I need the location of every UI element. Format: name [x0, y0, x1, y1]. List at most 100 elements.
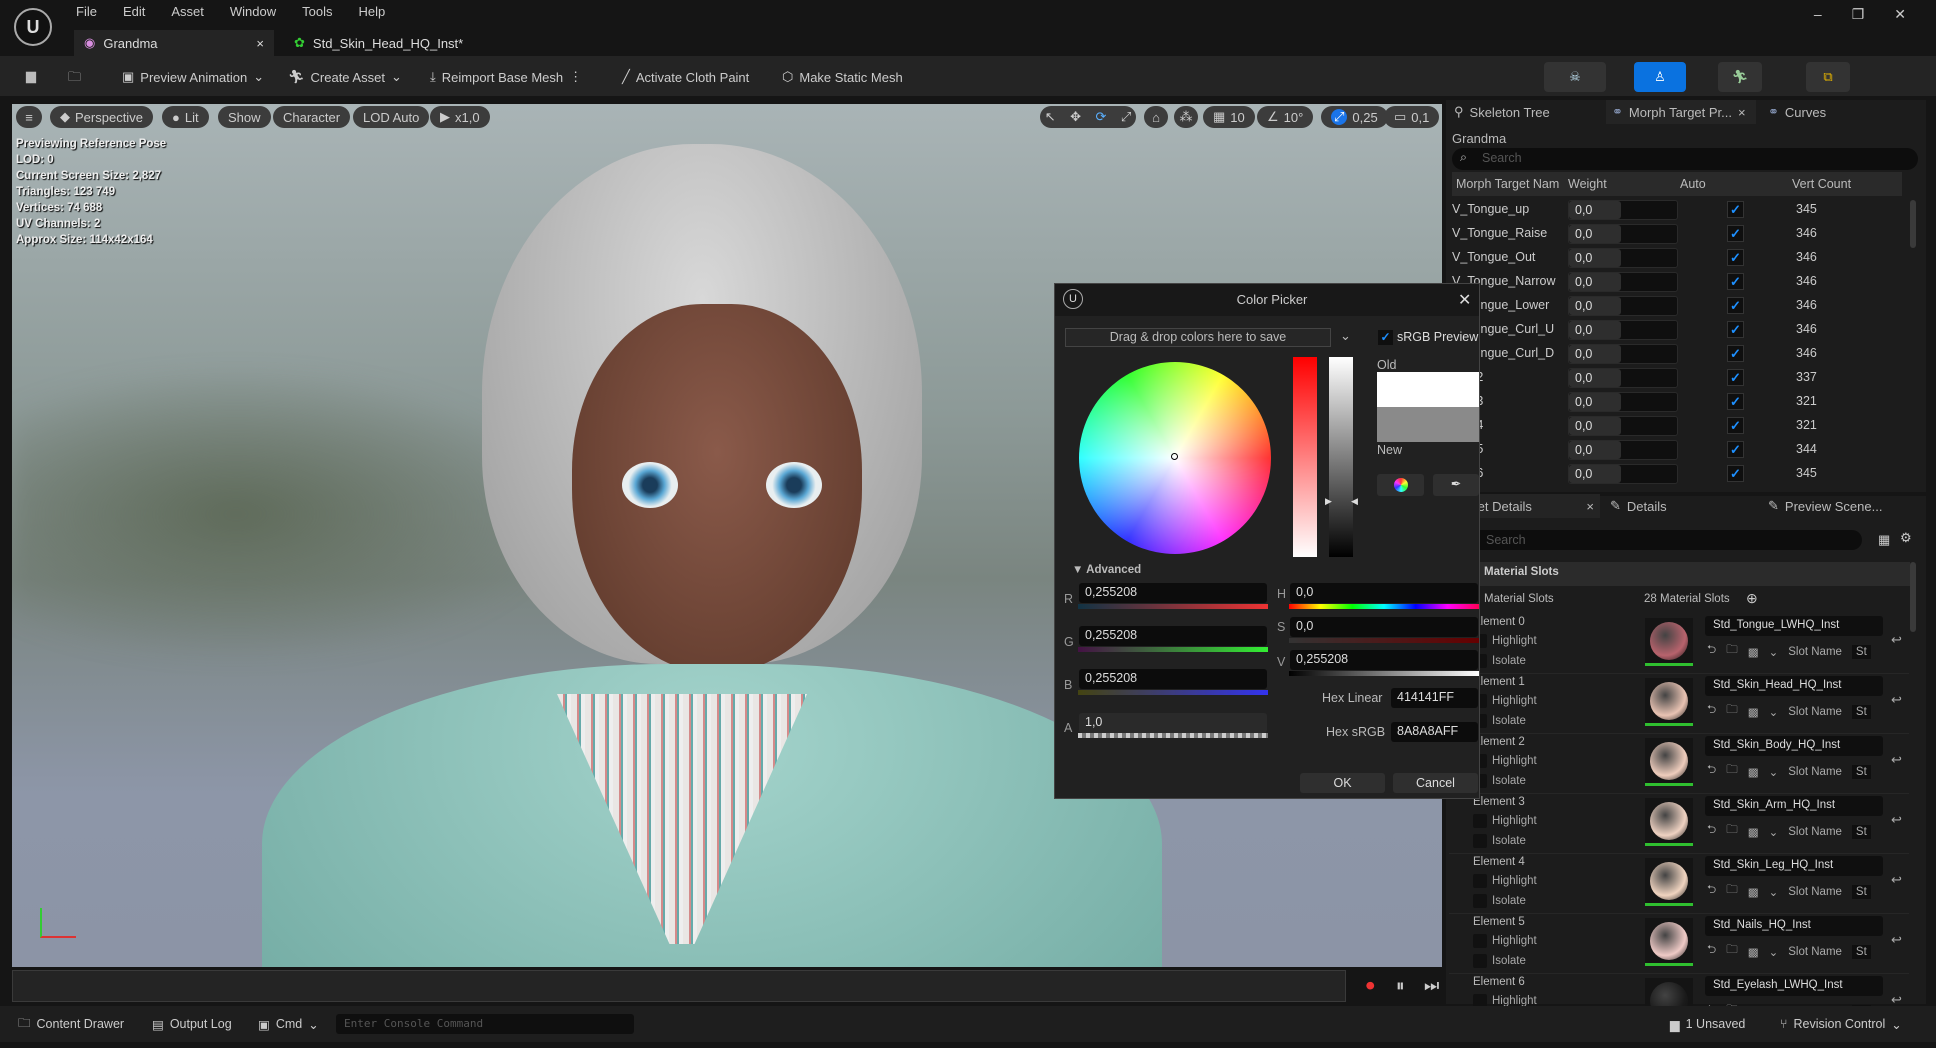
morph-target-row[interactable]: ..._52 0,0 ✓ 337 [1450, 366, 1910, 390]
auto-checkbox[interactable]: ✓ [1727, 465, 1744, 482]
value-slider[interactable] [1329, 357, 1353, 557]
camera-speed-button[interactable]: ▭ 0,1 [1384, 106, 1440, 128]
use-selected-icon[interactable]: ⮌ [1707, 642, 1716, 661]
a-slider[interactable] [1078, 733, 1268, 738]
auto-checkbox[interactable]: ✓ [1727, 441, 1744, 458]
restore-button[interactable]: ❐ [1852, 6, 1865, 23]
isolate-checkbox[interactable]: Isolate [1473, 654, 1526, 668]
s-input[interactable]: 0,0 [1290, 617, 1478, 637]
viewport-menu-button[interactable]: ≡ [16, 106, 42, 128]
use-selected-icon[interactable]: ⮌ [1707, 882, 1716, 901]
slot-name-input[interactable]: St [1851, 704, 1871, 719]
browse-icon[interactable]: 🗀 [68, 68, 81, 90]
highlight-checkbox[interactable]: Highlight [1473, 634, 1537, 648]
weight-input[interactable]: 0,0 [1568, 392, 1678, 412]
weight-input[interactable]: 0,0 [1568, 320, 1678, 340]
unsaved-button[interactable]: ▆ 1 Unsaved [1670, 1010, 1745, 1038]
chevron-down-icon[interactable]: ⌄ [1769, 825, 1779, 839]
highlight-checkbox[interactable]: Highlight [1473, 754, 1537, 768]
morph-target-row[interactable]: ..._54 0,0 ✓ 321 [1450, 414, 1910, 438]
reset-arrow-icon[interactable]: ↩ [1891, 872, 1902, 888]
morph-target-row[interactable]: V_Tongue_up 0,0 ✓ 345 [1450, 198, 1910, 222]
checker-icon[interactable]: ▩ [1748, 645, 1759, 659]
col-auto[interactable]: Auto [1680, 177, 1706, 191]
h-input[interactable]: 0,0 [1290, 583, 1478, 603]
scale-snap-button[interactable]: ⤢ 0,25 [1321, 106, 1388, 128]
material-slots-section-header[interactable]: Material Slots [1450, 562, 1910, 586]
material-picker[interactable]: Std_Eyelash_LWHQ_Inst [1705, 976, 1883, 996]
rotate-icon[interactable]: ⟳ [1095, 109, 1106, 125]
morph-target-row[interactable]: V_Tongue_Curl_U 0,0 ✓ 346 [1450, 318, 1910, 342]
menu-tools[interactable]: Tools [302, 4, 332, 19]
cloth-paint-button[interactable]: ╱ Activate Cloth Paint [622, 66, 749, 88]
auto-checkbox[interactable]: ✓ [1727, 417, 1744, 434]
step-forward-button[interactable]: ⏭ [1424, 976, 1439, 996]
v-slider[interactable] [1289, 671, 1479, 676]
material-thumbnail[interactable] [1645, 618, 1693, 666]
saved-colors-dropzone[interactable]: Drag & drop colors here to save [1065, 328, 1331, 347]
local-space-button[interactable]: ⌂ [1144, 106, 1168, 128]
select-icon[interactable]: ↖ [1045, 109, 1056, 125]
lod-button[interactable]: LOD Auto [353, 106, 430, 128]
chevron-down-icon[interactable]: ⌄ [1769, 705, 1779, 719]
morph-search-input[interactable]: ⌕ Search [1452, 148, 1918, 170]
lit-button[interactable]: ● Lit [162, 106, 209, 128]
more-icon[interactable]: ⋮ [569, 69, 582, 85]
srgb-preview-checkbox[interactable]: ✓ [1378, 330, 1393, 345]
transform-tools[interactable]: ↖ ✥ ⟳ ⤢ [1040, 106, 1136, 128]
tab-curves[interactable]: ⚭ Curves [1768, 100, 1826, 124]
material-picker[interactable]: Std_Skin_Arm_HQ_Inst [1705, 796, 1883, 816]
slot-name-input[interactable]: St [1851, 764, 1871, 779]
record-button[interactable]: ⏺ [1366, 976, 1375, 996]
color-wheel-mode-button[interactable] [1377, 474, 1424, 496]
hex-srgb-input[interactable]: 8A8A8AFF [1391, 722, 1478, 742]
highlight-checkbox[interactable]: Highlight [1473, 694, 1537, 708]
isolate-checkbox[interactable]: Isolate [1473, 774, 1526, 788]
close-window-button[interactable]: ✕ [1894, 6, 1906, 23]
slot-name-input[interactable]: St [1851, 644, 1871, 659]
cancel-button[interactable]: Cancel [1393, 773, 1478, 793]
checker-icon[interactable]: ▩ [1748, 885, 1759, 899]
mode-mesh-button[interactable]: ♙ [1634, 62, 1686, 92]
isolate-checkbox[interactable]: Isolate [1473, 894, 1526, 908]
tab-close-icon[interactable]: × [1586, 499, 1594, 514]
ok-button[interactable]: OK [1300, 773, 1385, 793]
auto-checkbox[interactable]: ✓ [1727, 321, 1744, 338]
mode-skeleton-button[interactable]: ☠ [1544, 62, 1606, 92]
h-slider[interactable] [1289, 604, 1479, 609]
reset-arrow-icon[interactable]: ↩ [1891, 932, 1902, 948]
mode-blueprint-button[interactable]: ⧉ [1806, 62, 1850, 92]
weight-input[interactable]: 0,0 [1568, 224, 1678, 244]
menu-edit[interactable]: Edit [123, 4, 145, 19]
material-thumbnail[interactable] [1645, 738, 1693, 786]
weight-input[interactable]: 0,0 [1568, 440, 1678, 460]
table-view-icon[interactable]: ▦ [1878, 532, 1890, 548]
browse-asset-icon[interactable]: 🗀 [1726, 942, 1738, 961]
playback-speed-button[interactable]: ▶ x1,0 [430, 106, 490, 128]
save-icon[interactable]: ▆ [26, 68, 36, 84]
browse-asset-icon[interactable]: 🗀 [1726, 822, 1738, 841]
tab-morph-target-preview[interactable]: ⚭ Morph Target Pr... × [1606, 100, 1756, 124]
details-scrollbar[interactable] [1910, 562, 1916, 632]
minimize-button[interactable]: – [1814, 6, 1822, 23]
rotation-snap-button[interactable]: ∠ 10° [1257, 106, 1314, 128]
isolate-checkbox[interactable]: Isolate [1473, 834, 1526, 848]
isolate-checkbox[interactable]: Isolate [1473, 714, 1526, 728]
morph-target-row[interactable]: ..._53 0,0 ✓ 321 [1450, 390, 1910, 414]
reset-arrow-icon[interactable]: ↩ [1891, 692, 1902, 708]
move-icon[interactable]: ✥ [1070, 109, 1081, 125]
show-button[interactable]: Show [218, 106, 271, 128]
preview-animation-button[interactable]: ▣ Preview Animation ⌄ [122, 66, 264, 88]
use-selected-icon[interactable]: ⮌ [1707, 822, 1716, 841]
morph-target-row[interactable]: V_Tongue_Curl_D 0,0 ✓ 346 [1450, 342, 1910, 366]
add-slot-icon[interactable]: ⊕ [1746, 590, 1758, 607]
b-input[interactable]: 0,255208 [1079, 669, 1267, 689]
auto-checkbox[interactable]: ✓ [1727, 393, 1744, 410]
highlight-checkbox[interactable]: Highlight [1473, 814, 1537, 828]
tab-grandma[interactable]: ◉ Grandma × [74, 30, 274, 56]
menu-asset[interactable]: Asset [171, 4, 204, 19]
material-thumbnail[interactable] [1645, 678, 1693, 726]
v-input[interactable]: 0,255208 [1290, 650, 1478, 670]
material-picker[interactable]: Std_Nails_HQ_Inst [1705, 916, 1883, 936]
morph-target-row[interactable]: ..._55 0,0 ✓ 344 [1450, 438, 1910, 462]
